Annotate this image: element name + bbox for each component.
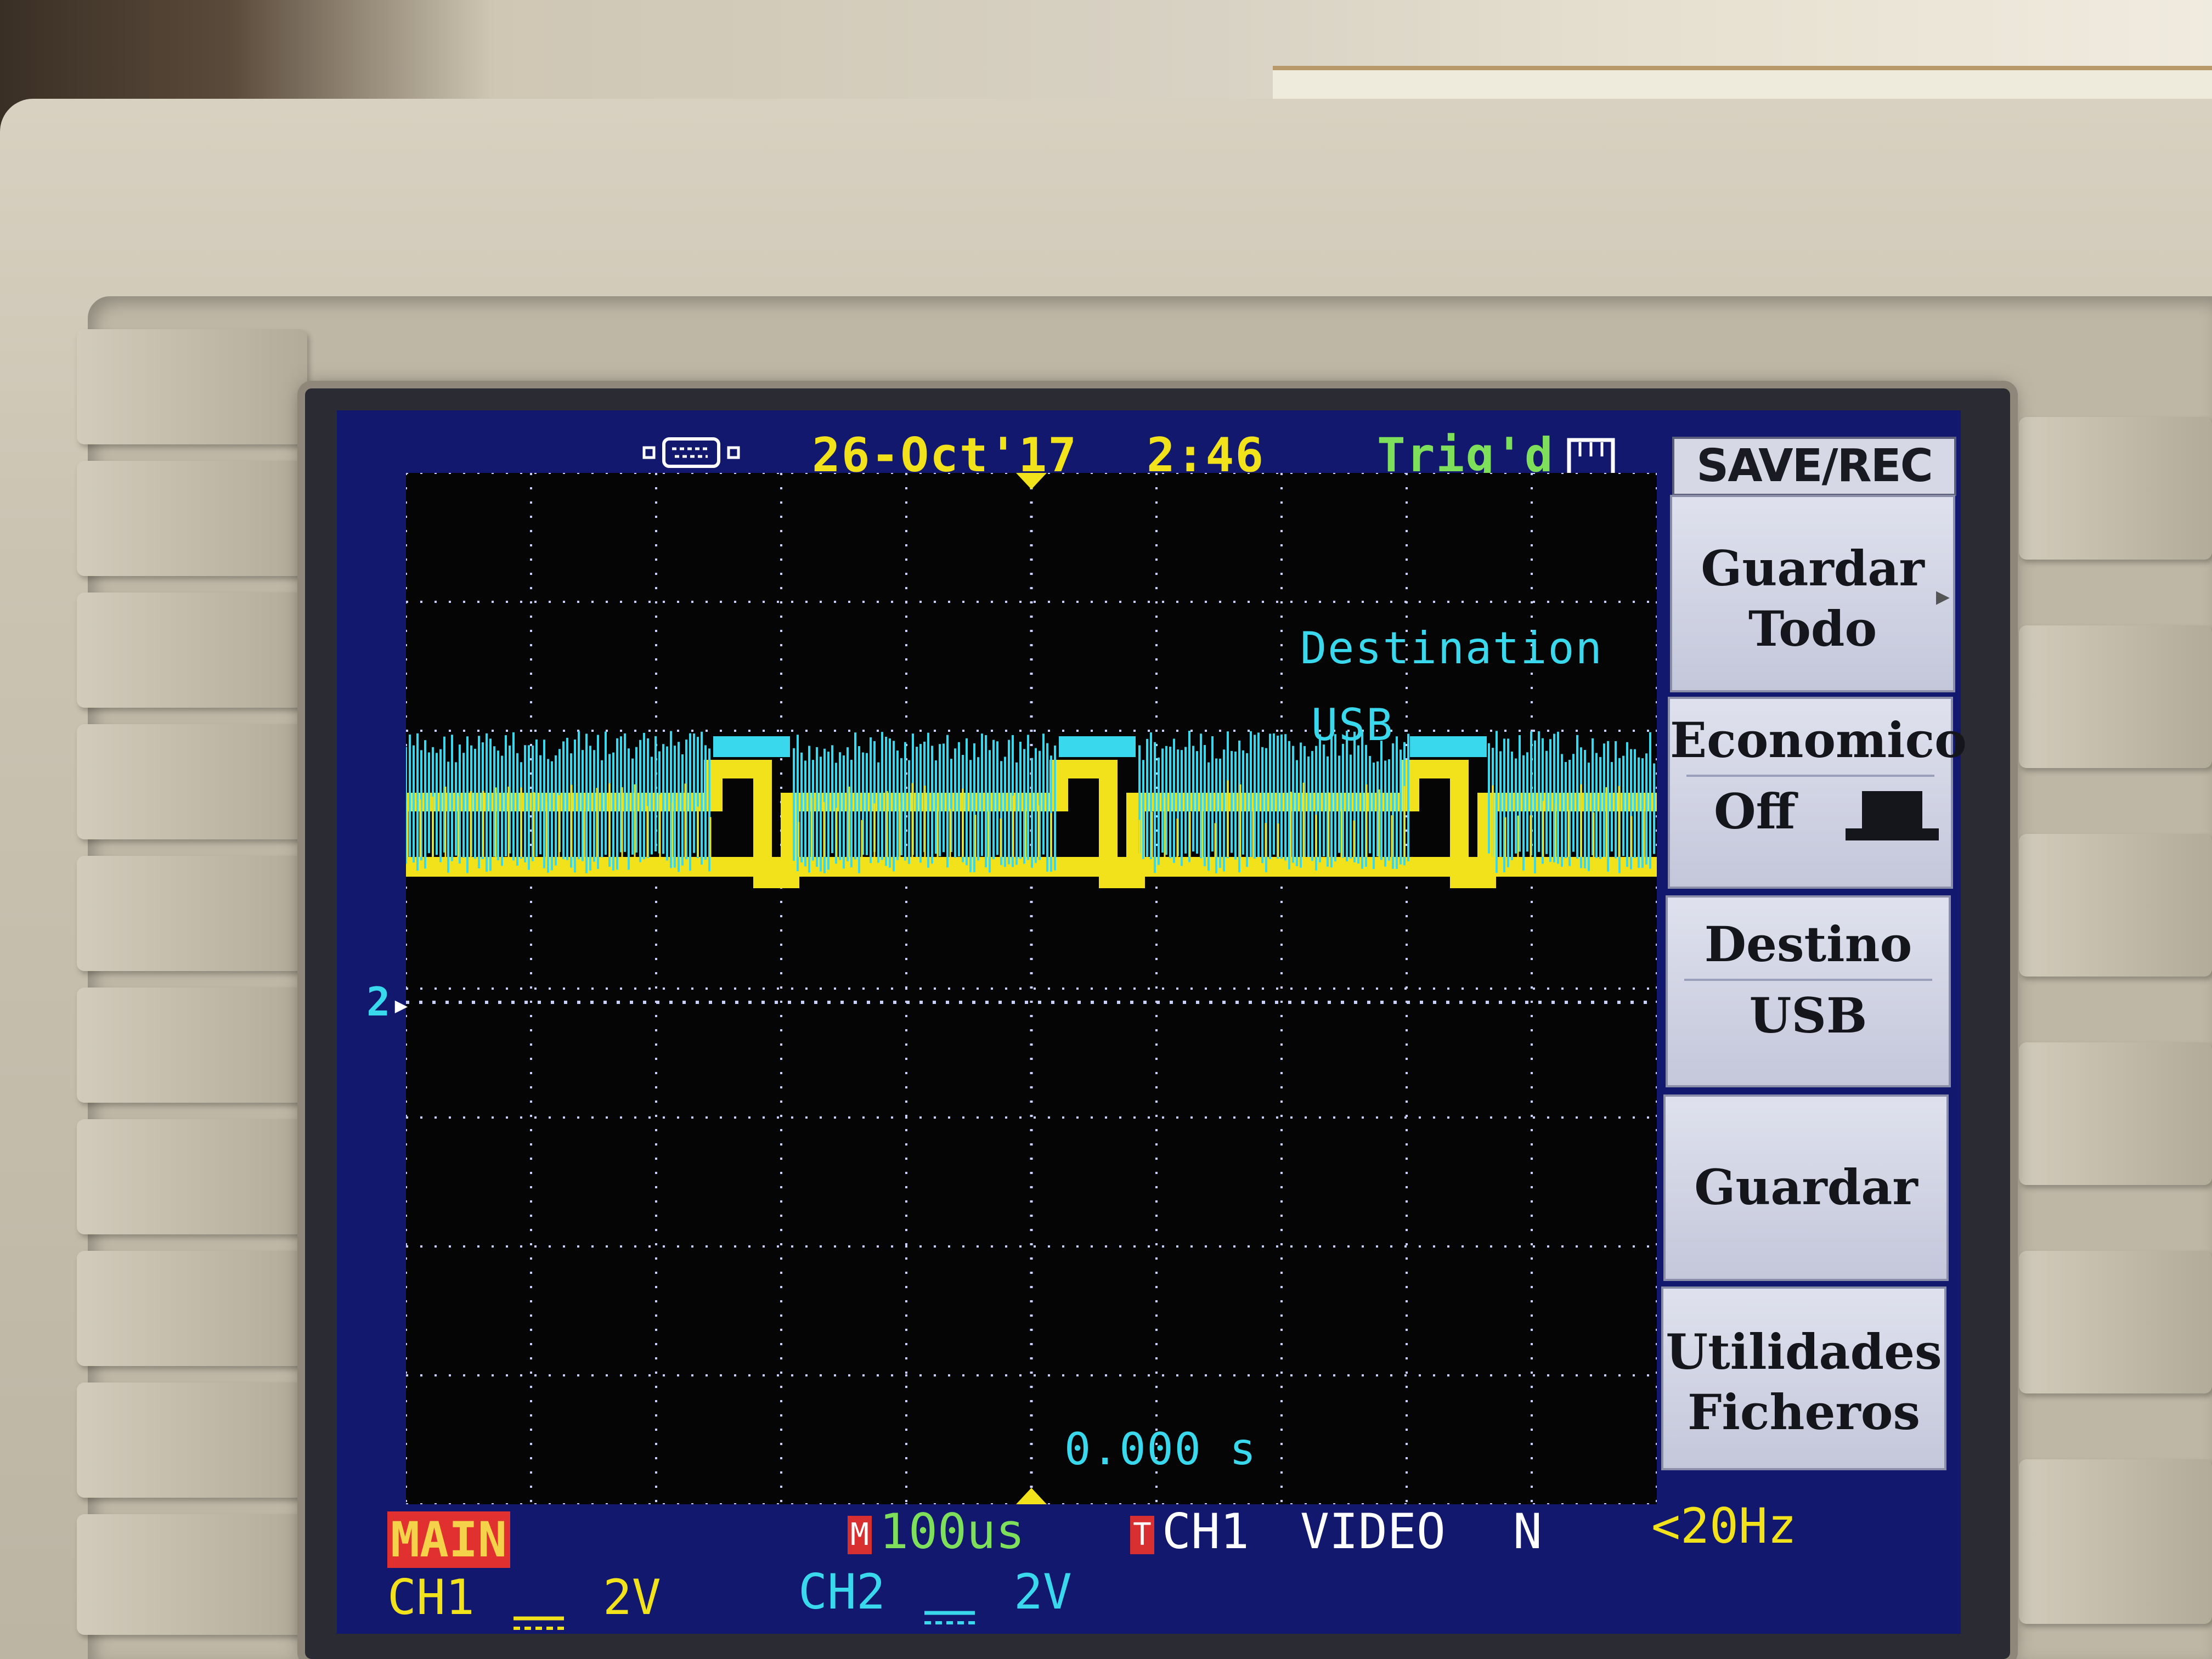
bezel-rib: [2019, 1042, 2212, 1185]
file-utilities-label-1: Utilidades: [1666, 1323, 1942, 1380]
trigger-pulse-icon: [1553, 435, 1640, 478]
trigger-source: CH1: [1162, 1503, 1249, 1560]
economic-label: Economico: [1670, 712, 1967, 769]
ch2-scale-readout: CH2 2V: [798, 1564, 1072, 1625]
bezel-rib: [2019, 1459, 2212, 1624]
ch2-ground-marker: 2▸: [366, 979, 412, 1025]
ch2-scale: 2V: [1013, 1564, 1072, 1620]
bezel-rib: [2019, 625, 2212, 768]
save-label: Guardar: [1694, 1159, 1918, 1216]
timebase-value: 100us: [879, 1503, 1025, 1560]
bezel-rib: [77, 461, 307, 576]
save-all-label-1: Guardar: [1701, 540, 1925, 597]
file-utilities-label-2: Ficheros: [1687, 1384, 1921, 1441]
destination-button[interactable]: Destino USB: [1666, 895, 1951, 1087]
bezel-rib: [2019, 834, 2212, 977]
ch1-scale-readout: CH1 2V: [387, 1569, 661, 1630]
bezel-rib: [2019, 1251, 2212, 1393]
ch1-scale: 2V: [602, 1569, 661, 1626]
ch2-waveform-pulse: [713, 736, 790, 757]
save-all-button[interactable]: Guardar Todo ▸: [1670, 495, 1955, 692]
trigger-type: VIDEO: [1300, 1503, 1446, 1560]
trigger-polarity: N: [1513, 1503, 1542, 1560]
menu-divider: [1684, 979, 1932, 981]
bezel-rib: [77, 592, 307, 708]
economic-state: Off: [1714, 783, 1796, 840]
bezel-rib: [2019, 417, 2212, 560]
time-offset-readout: 0.000 s: [1064, 1424, 1257, 1475]
destination-label: Destination: [1300, 623, 1603, 674]
bezel-rib: [77, 856, 307, 971]
usb-connector-icon: [642, 433, 741, 472]
destination-value: USB: [1311, 699, 1394, 751]
main-mode-label: MAIN: [387, 1511, 510, 1568]
bezel-rib: [77, 1514, 307, 1635]
timebase-readout: M 100us: [848, 1503, 1025, 1560]
destination-value-btn: USB: [1749, 987, 1867, 1044]
menu-divider: [1686, 775, 1934, 777]
ch2-waveform-pulse: [1059, 736, 1136, 757]
bezel-rib: [77, 329, 307, 444]
save-rec-menu: SAVE/REC Guardar Todo ▸ Economico Off De…: [1657, 433, 1967, 1476]
economic-value: Off: [1670, 781, 1951, 842]
dc-coupling-icon: [922, 1584, 977, 1625]
menu-title: SAVE/REC: [1672, 437, 1956, 496]
timebase-marker-letter: M: [850, 1517, 869, 1553]
bezel-rib: [77, 1251, 307, 1366]
save-all-label-2: Todo: [1748, 600, 1877, 657]
ch2-waveform-pulse: [1410, 736, 1487, 757]
submenu-arrow-icon: ▸: [1936, 579, 1950, 612]
ch2-marker-label: 2: [366, 979, 392, 1025]
file-utilities-button[interactable]: Utilidades Ficheros: [1661, 1286, 1946, 1470]
dc-coupling-icon: [511, 1590, 566, 1630]
bezel-rib: [77, 988, 307, 1103]
bezel-rib: [77, 1119, 307, 1234]
marker-arrow-icon: ▸: [391, 985, 413, 1024]
trigger-position-marker: [1016, 1488, 1047, 1504]
bezel-rib: [77, 724, 307, 839]
ch1-label: CH1: [387, 1569, 475, 1626]
trigger-readout: T CH1 VIDEO N: [1130, 1503, 1542, 1560]
bezel-rib: [77, 1383, 307, 1498]
save-button[interactable]: Guardar: [1663, 1094, 1949, 1281]
trigger-frequency: <20Hz: [1651, 1498, 1797, 1554]
toggle-off-icon: [1845, 791, 1939, 840]
destination-label-btn: Destino: [1704, 916, 1912, 973]
trigger-marker: T: [1130, 1516, 1154, 1555]
timebase-marker: M: [848, 1516, 872, 1555]
trigger-position-marker: [1016, 473, 1047, 489]
main-mode-text: MAIN: [387, 1511, 510, 1568]
ch2-label: CH2: [798, 1564, 885, 1620]
trigger-marker-letter: T: [1133, 1517, 1152, 1553]
economic-mode-button[interactable]: Economico Off: [1668, 697, 1967, 889]
